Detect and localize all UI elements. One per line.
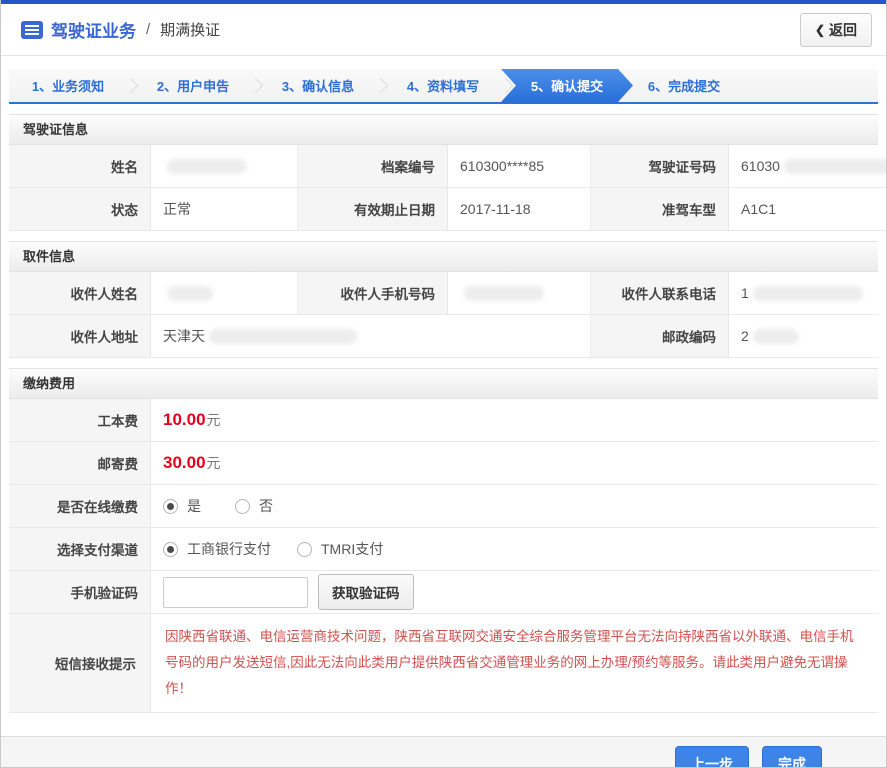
expiry-date-label: 有效期止日期 [298,188,448,231]
step-5-confirm-submit[interactable]: 5、确认提交 [501,69,633,102]
postcode-value: 2 [729,315,878,358]
online-pay-no-option[interactable]: 否 [235,496,273,516]
file-number-label: 档案编号 [298,145,448,188]
fees-table: 工本费 10.00 元 邮寄费 30.00 元 是否在线缴费 是 否 选择支付渠… [9,399,878,713]
header: 驾驶证业务 / 期满换证 ❮ 返回 [1,4,886,56]
license-info-title: 驾驶证信息 [9,114,878,145]
sms-notice-row: 因陕西省联通、电信运营商技术问题，陕西省互联网交通安全综合服务管理平台无法向持陕… [151,614,878,713]
license-number-prefix: 61030 [741,158,780,174]
chevron-left-icon: ❮ [814,22,825,37]
radio-checked-icon[interactable] [163,498,178,514]
sms-code-input[interactable] [163,576,308,608]
step-3-confirm-info[interactable]: 3、确认信息 [259,69,377,102]
pickup-info-table: 收件人姓名 收件人手机号码 收件人联系电话 1 收件人地址 天津天 邮政编码 2 [9,272,878,358]
get-code-button[interactable]: 获取验证码 [318,574,414,610]
recipient-name-value [151,272,298,315]
channel-tmri-option[interactable]: TMRI支付 [297,539,383,559]
recipient-phone-value: 1 [729,272,878,315]
sms-notice-label: 短信接收提示 [9,614,151,713]
payment-channel-label: 选择支付渠道 [9,528,151,571]
online-pay-yes-label: 是 [187,498,201,514]
back-button-label: 返回 [829,21,857,38]
breadcrumb: 驾驶证业务 / 期满换证 [21,17,220,42]
payment-channel-options: 工商银行支付 TMRI支付 [151,528,878,571]
status-value: 正常 [151,188,298,231]
sms-code-row: 获取验证码 [151,571,878,614]
vehicle-class-value: A1C1 [729,188,886,231]
back-button[interactable]: ❮ 返回 [799,12,872,47]
channel-icbc-option[interactable]: 工商银行支付 [163,539,271,559]
expiry-date-value: 2017-11-18 [448,188,591,231]
recipient-address-label: 收件人地址 [9,315,151,358]
postage-fee-amount: 30.00 [163,453,206,472]
breadcrumb-current: 期满换证 [160,22,221,39]
radio-unchecked-icon[interactable] [235,498,250,514]
sms-notice-text: 因陕西省联通、电信运营商技术问题，陕西省互联网交通安全综合服务管理平台无法向持陕… [165,629,854,696]
pickup-info-section: 取件信息 收件人姓名 收件人手机号码 收件人联系电话 1 收件人地址 天津天 邮… [9,241,878,358]
redacted-value [464,285,544,301]
production-fee-unit: 元 [206,412,221,428]
name-label: 姓名 [9,145,151,188]
postage-fee-value: 30.00 元 [151,442,878,485]
production-fee-amount: 10.00 [163,410,206,429]
channel-tmri-label: TMRI支付 [321,541,384,557]
fees-title: 缴纳费用 [9,368,878,399]
step-wizard: 1、业务须知 2、用户申告 3、确认信息 4、资料填写 5、确认提交 6、完成提… [9,69,878,104]
recipient-phone-label: 收件人联系电话 [591,272,729,315]
finish-button[interactable]: 完成 [762,745,822,767]
redacted-value [752,285,863,301]
recipient-mobile-label: 收件人手机号码 [298,272,448,315]
redacted-value [167,285,213,301]
production-fee-label: 工本费 [9,399,151,442]
step-2-user-declaration[interactable]: 2、用户申告 [134,69,252,102]
step-1-business-notice[interactable]: 1、业务须知 [9,69,127,102]
recipient-address-value: 天津天 [151,315,591,358]
license-number-value: 61030 [729,145,886,188]
status-label: 状态 [9,188,151,231]
online-pay-yes-option[interactable]: 是 [163,496,201,516]
postage-fee-label: 邮寄费 [9,442,151,485]
recipient-name-label: 收件人姓名 [9,272,151,315]
breadcrumb-separator: / [146,21,151,38]
list-icon [21,20,43,39]
license-info-table: 姓名 档案编号 610300****85 驾驶证号码 61030 状态 正常 有… [9,145,886,231]
postcode-label: 邮政编码 [591,315,729,358]
license-info-section: 驾驶证信息 姓名 档案编号 610300****85 驾驶证号码 61030 状… [9,114,886,231]
step-6-complete-submit[interactable]: 6、完成提交 [625,69,743,102]
license-number-label: 驾驶证号码 [591,145,729,188]
page: 驾驶证业务 / 期满换证 ❮ 返回 1、业务须知 2、用户申告 3、确认信息 4… [0,0,887,768]
recipient-phone-prefix: 1 [741,285,749,301]
file-number-value: 610300****85 [448,145,591,188]
pickup-info-title: 取件信息 [9,241,878,272]
radio-checked-icon[interactable] [163,541,178,557]
redacted-value [752,328,799,344]
channel-icbc-label: 工商银行支付 [187,541,271,557]
online-pay-no-label: 否 [259,498,273,514]
fees-section: 缴纳费用 工本费 10.00 元 邮寄费 30.00 元 是否在线缴费 是 否 … [9,368,878,713]
redacted-value [209,328,357,344]
step-4-fill-data[interactable]: 4、资料填写 [384,69,502,102]
recipient-address-prefix: 天津天 [163,328,205,344]
postage-fee-unit: 元 [206,455,221,471]
vehicle-class-label: 准驾车型 [591,188,729,231]
name-value [151,145,298,188]
radio-unchecked-icon[interactable] [297,541,312,557]
page-title: 驾驶证业务 [51,22,136,41]
online-pay-options: 是 否 [151,485,878,528]
recipient-mobile-value [448,272,591,315]
sms-code-label: 手机验证码 [9,571,151,614]
postcode-prefix: 2 [741,328,749,344]
redacted-value [783,158,886,174]
redacted-value [167,158,247,174]
production-fee-value: 10.00 元 [151,399,878,442]
footer-action-bar: 上一步 完成 [1,736,886,767]
previous-step-button[interactable]: 上一步 [675,745,749,767]
online-pay-label: 是否在线缴费 [9,485,151,528]
